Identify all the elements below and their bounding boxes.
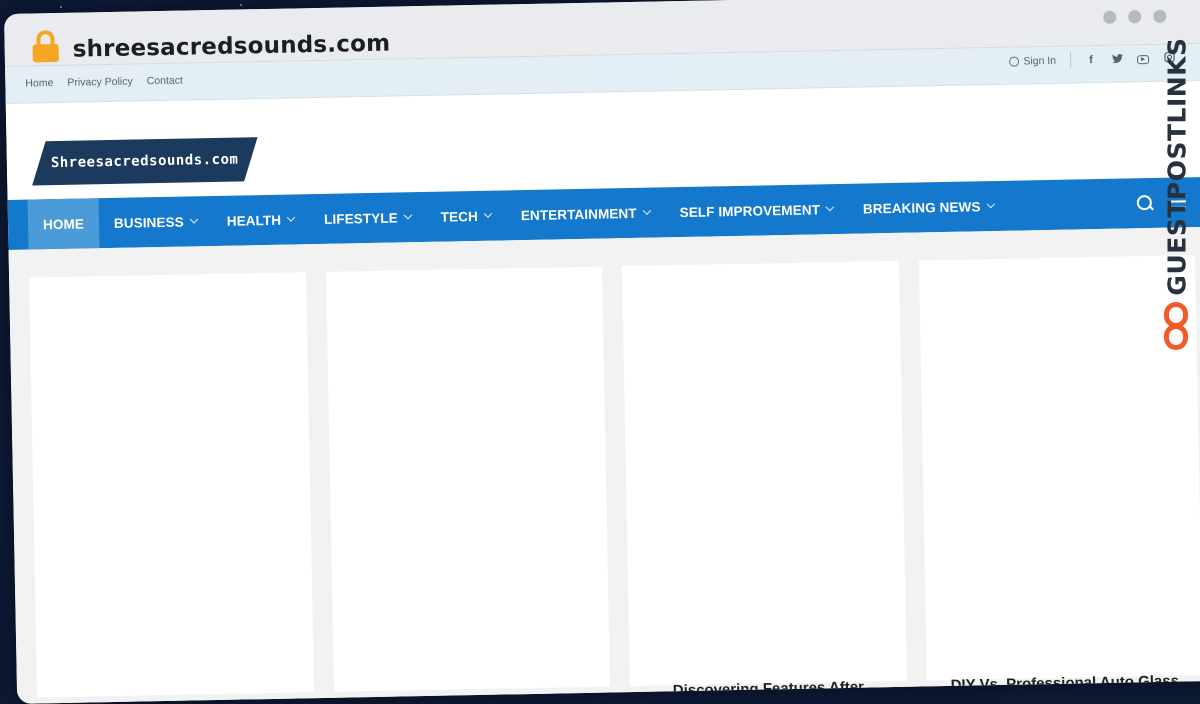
- chevron-down-icon: [825, 202, 835, 212]
- nav-label: HEALTH: [226, 212, 282, 229]
- search-icon[interactable]: [1136, 195, 1152, 211]
- chevron-down-icon: [483, 209, 493, 218]
- post-card[interactable]: DIY Vs. Professional Auto Glass: [918, 255, 1200, 694]
- post-title[interactable]: [334, 700, 610, 703]
- post-title[interactable]: Discovering Features After: [630, 678, 907, 700]
- nav-item-tech[interactable]: TECH: [425, 190, 506, 242]
- url-text[interactable]: shreesacredsounds.com: [72, 31, 390, 63]
- post-card[interactable]: [29, 272, 314, 698]
- nav-label: ENTERTAINMENT: [520, 205, 637, 223]
- top-link-contact[interactable]: Contact: [147, 75, 183, 88]
- post-card[interactable]: [325, 266, 611, 692]
- window-controls: [1103, 9, 1167, 24]
- nav-label: HOME: [42, 216, 85, 232]
- top-link-privacy-policy[interactable]: Privacy Policy: [67, 76, 133, 89]
- chevron-down-icon: [189, 215, 198, 224]
- chevron-down-icon: [403, 211, 412, 220]
- nav-item-home[interactable]: HOME: [27, 198, 100, 250]
- nav-label: BREAKING NEWS: [862, 198, 981, 217]
- window-dot-icon[interactable]: [1103, 10, 1117, 24]
- nav-item-lifestyle[interactable]: LIFESTYLE: [309, 192, 427, 244]
- browser-window: shreesacredsounds.com Home Privacy Polic…: [4, 0, 1200, 704]
- window-dot-icon[interactable]: [1153, 9, 1167, 23]
- guestpostlinks-watermark: GUESTPOSTLINKS: [1160, 37, 1194, 362]
- nav-item-self-improvement[interactable]: SELF IMPROVEMENT: [664, 184, 848, 238]
- link-chain-icon: [1164, 302, 1188, 350]
- nav-item-entertainment[interactable]: ENTERTAINMENT: [505, 187, 665, 240]
- nav-item-breaking-news[interactable]: BREAKING NEWS: [847, 181, 1008, 234]
- chevron-down-icon: [286, 213, 296, 222]
- nav-label: BUSINESS: [113, 214, 184, 231]
- watermark-text: GUESTPOSTLINKS: [1162, 37, 1192, 296]
- twitter-icon[interactable]: [1111, 53, 1123, 66]
- youtube-icon[interactable]: [1136, 54, 1150, 64]
- user-icon: [1009, 56, 1020, 67]
- chevron-down-icon: [986, 199, 995, 209]
- nav-label: TECH: [440, 208, 478, 225]
- nav-item-health[interactable]: HEALTH: [211, 194, 309, 246]
- top-right-tools: Sign In f: [1009, 51, 1175, 70]
- top-link-home[interactable]: Home: [25, 77, 53, 90]
- post-title[interactable]: DIY Vs. Professional Auto Glass: [926, 672, 1200, 694]
- facebook-icon[interactable]: f: [1085, 54, 1097, 66]
- nav-item-business[interactable]: BUSINESS: [98, 196, 212, 248]
- top-links: Home Privacy Policy Contact: [25, 75, 183, 90]
- featured-posts: Discovering Features After DIY Vs. Profe…: [8, 226, 1200, 704]
- chevron-down-icon: [642, 206, 651, 215]
- logo-text: Shreesacredsounds.com: [50, 151, 239, 172]
- nav-label: SELF IMPROVEMENT: [679, 201, 821, 220]
- sign-in-label: Sign In: [1023, 54, 1057, 68]
- post-card[interactable]: Discovering Features After: [621, 260, 907, 699]
- nav-label: LIFESTYLE: [323, 209, 398, 227]
- lock-icon: [32, 30, 59, 63]
- site-logo[interactable]: Shreesacredsounds.com: [32, 137, 258, 186]
- sign-in-link[interactable]: Sign In: [1009, 52, 1072, 70]
- window-dot-icon[interactable]: [1128, 10, 1142, 24]
